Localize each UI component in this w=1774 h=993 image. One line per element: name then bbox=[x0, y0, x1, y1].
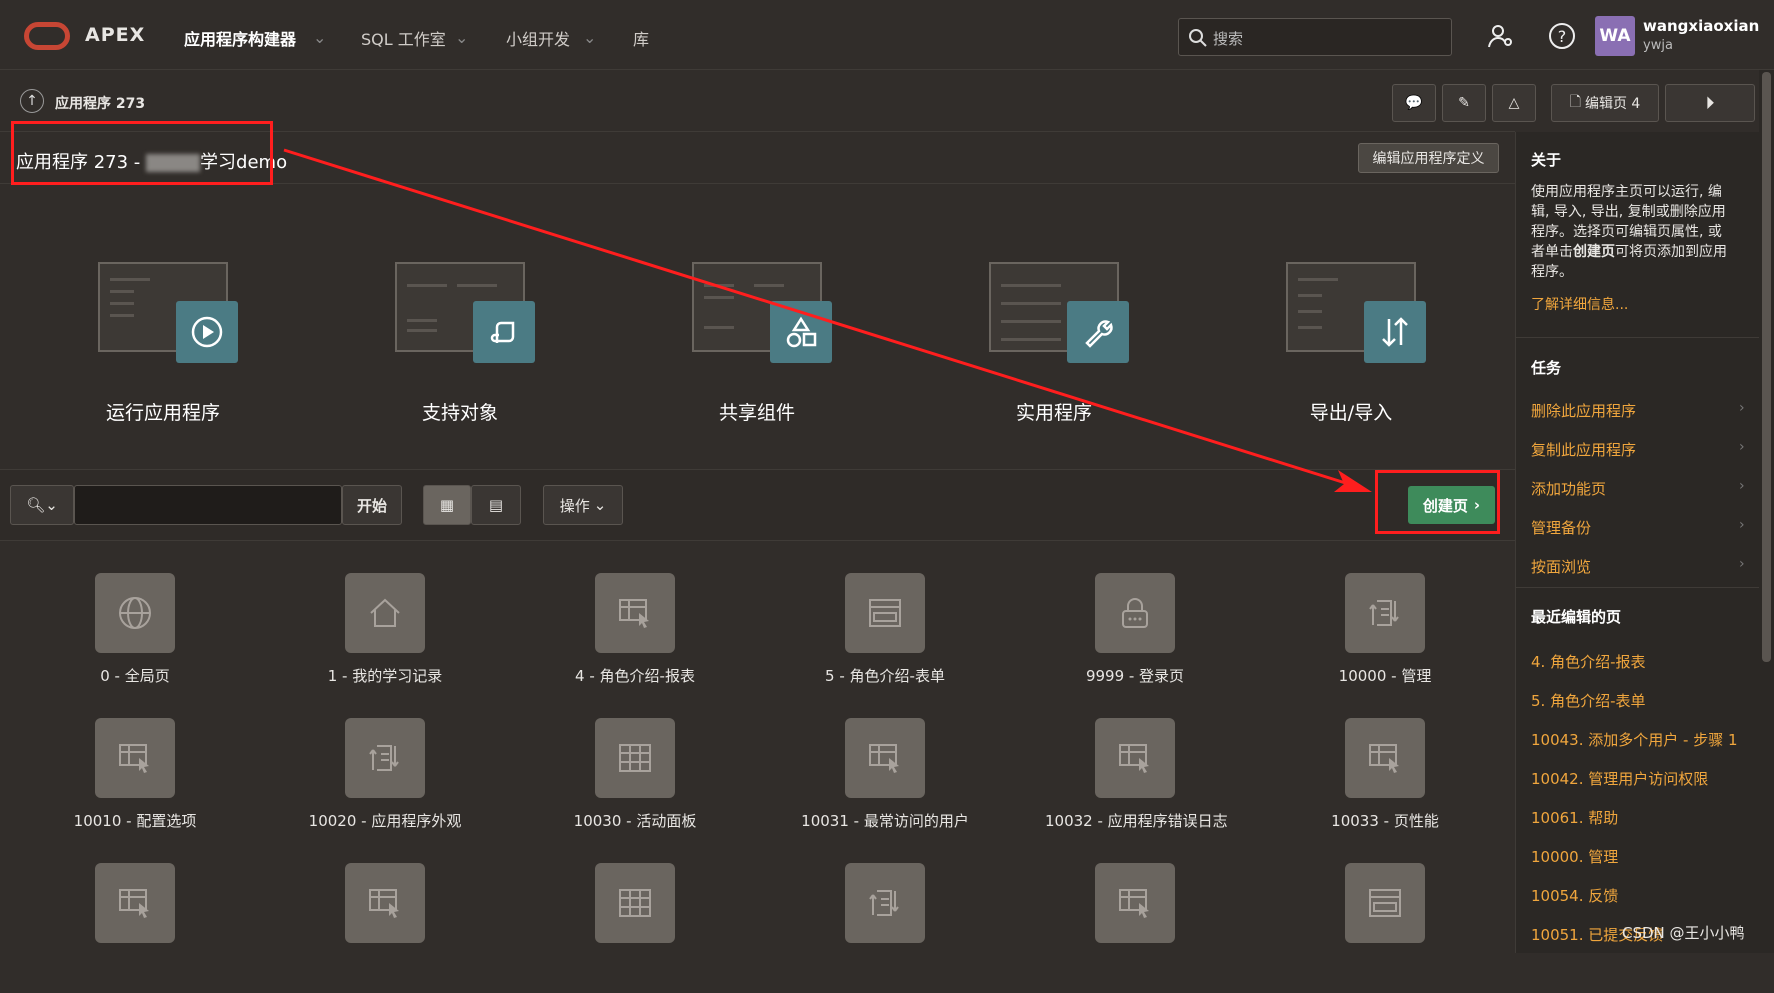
recent-page-link[interactable]: 10061. 帮助 bbox=[1531, 807, 1618, 828]
chevron-right-icon: › bbox=[1739, 439, 1745, 455]
recent-page-link[interactable]: 10042. 管理用户访问权限 bbox=[1531, 768, 1708, 789]
annotation-arrow bbox=[283, 148, 1372, 492]
recent-page-link[interactable]: 10054. 反馈 bbox=[1531, 885, 1618, 906]
watermark: CSDN @王小小鸭 bbox=[1622, 924, 1745, 942]
recent-page-link[interactable]: 5. 角色介绍-表单 bbox=[1531, 690, 1646, 711]
arrow-line bbox=[283, 148, 1356, 488]
chevron-right-icon: › bbox=[1739, 478, 1745, 494]
divider bbox=[1516, 337, 1760, 338]
about-text: 使用应用程序主页可以运行, 编辑, 导入, 导出, 复制或删除应用程序。选择页可… bbox=[1516, 182, 1746, 282]
recent-page-link[interactable]: 4. 角色介绍-报表 bbox=[1531, 651, 1646, 672]
task-link[interactable]: 删除此应用程序 bbox=[1531, 400, 1636, 421]
chevron-right-icon: › bbox=[1739, 400, 1745, 416]
recent-page-link[interactable]: 10000. 管理 bbox=[1531, 846, 1618, 867]
about-title: 关于 bbox=[1531, 151, 1562, 169]
about-text-bold: 创建页 bbox=[1573, 244, 1615, 260]
tasks-title: 任务 bbox=[1531, 359, 1562, 377]
chevron-right-icon: › bbox=[1739, 556, 1745, 572]
chevron-right-icon: › bbox=[1739, 517, 1745, 533]
task-link[interactable]: 管理备份 bbox=[1531, 517, 1591, 538]
task-link[interactable]: 复制此应用程序 bbox=[1531, 439, 1636, 460]
recent-page-link[interactable]: 10043. 添加多个用户 - 步骤 1 bbox=[1531, 729, 1738, 750]
right-sidebar: 关于 使用应用程序主页可以运行, 编辑, 导入, 导出, 复制或删除应用程序。选… bbox=[1515, 132, 1760, 953]
task-link[interactable]: 添加功能页 bbox=[1531, 478, 1606, 499]
scrollbar[interactable] bbox=[1759, 70, 1774, 953]
recent-title: 最近编辑的页 bbox=[1531, 608, 1622, 626]
learn-more-link[interactable]: 了解详细信息... bbox=[1531, 294, 1628, 314]
divider bbox=[1516, 587, 1760, 588]
scrollbar-thumb[interactable] bbox=[1762, 72, 1771, 662]
task-link[interactable]: 按面浏览 bbox=[1531, 556, 1591, 577]
